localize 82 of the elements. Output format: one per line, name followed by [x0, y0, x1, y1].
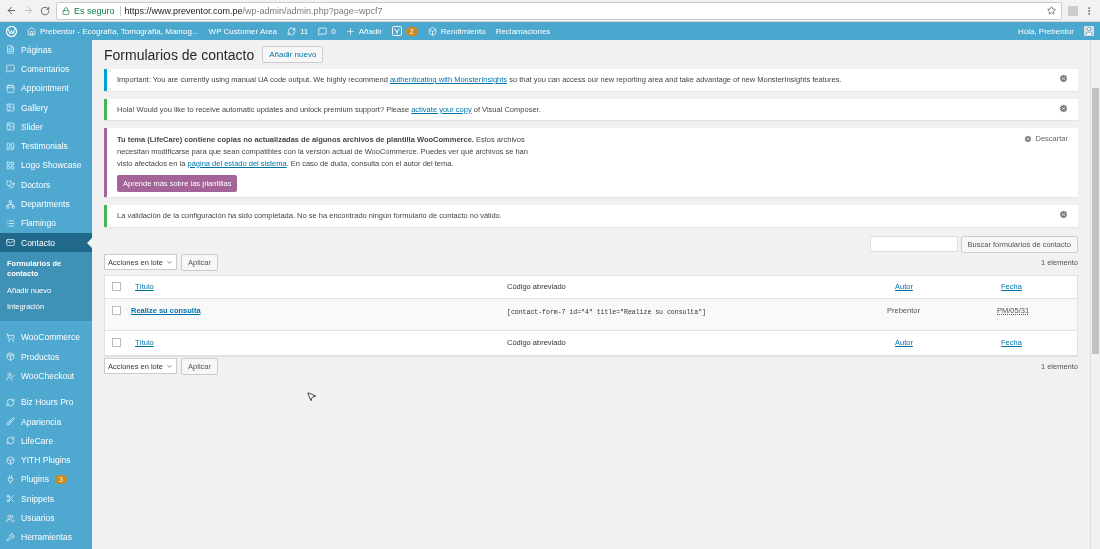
admin-bar-label: Reclamaciones: [495, 26, 551, 36]
admin-bar-label: Añadir: [358, 26, 382, 36]
plus-icon[interactable]: [345, 26, 355, 36]
stethoscope-icon: [6, 180, 15, 190]
forward-icon[interactable]: [23, 5, 34, 16]
network-icon: [6, 199, 15, 209]
sidebar-item[interactable]: Appointment: [0, 78, 92, 98]
sidebar-item[interactable]: Comentarios: [0, 59, 92, 79]
user-icon: [6, 371, 15, 381]
avatar-icon[interactable]: [1084, 26, 1094, 36]
image-icon: [6, 103, 15, 113]
users-icon: [6, 513, 15, 523]
sidebar-item[interactable]: Testimonials: [0, 136, 92, 156]
comment-icon[interactable]: [318, 26, 328, 36]
cube-icon[interactable]: [427, 26, 437, 36]
close-icon[interactable]: [1059, 103, 1068, 113]
grid-icon: [6, 160, 15, 170]
search-field[interactable]: [869, 235, 958, 252]
close-icon[interactable]: [1059, 74, 1068, 83]
sidebar-item[interactable]: Slider: [0, 117, 92, 137]
lock-icon: [62, 6, 70, 15]
cart-icon: [6, 332, 15, 342]
close-icon[interactable]: [1059, 210, 1068, 220]
refresh-icon: [6, 436, 15, 446]
back-icon[interactable]: [6, 5, 17, 16]
url-text: https://www.preventor.com.pe/wp-admin/admin.php?page=wpcf7: [124, 5, 383, 16]
scrollbar[interactable]: [1090, 40, 1100, 549]
brush-icon: [6, 417, 15, 427]
sidebar-item[interactable]: Contacto: [0, 232, 92, 253]
sidebar-item[interactable]: Productos: [0, 347, 92, 367]
image-icon: [6, 122, 15, 132]
admin-bar-label: Prebentor - Ecografía, Tomografía, Mamog...: [40, 26, 199, 36]
sidebar-item[interactable]: Biz Hours Pro: [0, 392, 92, 412]
sidebar-item[interactable]: Gallery: [0, 97, 92, 118]
box-icon: [6, 352, 15, 362]
y-logo-icon[interactable]: [391, 26, 402, 36]
secure-label: Es seguro: [74, 5, 121, 16]
sidebar-item[interactable]: Flamingo: [0, 213, 92, 233]
sidebar-item[interactable]: YITH Plugins: [0, 450, 92, 470]
admin-bar-label: 0: [331, 26, 336, 36]
page-title: Formularios de contacto: [104, 46, 255, 63]
admin-bar-label: 11: [299, 26, 309, 36]
admin-bar-label: WP Customer Area: [208, 26, 277, 36]
home-icon[interactable]: [27, 26, 36, 36]
quote-icon: [6, 141, 15, 151]
mail-icon: [6, 238, 15, 248]
sidebar-item[interactable]: Páginas: [0, 40, 92, 60]
sidebar-item[interactable]: Snippets: [0, 489, 92, 509]
caret-icon: [166, 362, 174, 370]
wp-logo-icon[interactable]: [6, 25, 17, 37]
admin-bar-label: Rendimiento: [440, 26, 486, 36]
sidebar-item[interactable]: Usuarios: [0, 508, 92, 528]
cursor-icon: [306, 391, 317, 402]
caret-icon: [166, 258, 174, 266]
sidebar-item[interactable]: Herramientas: [0, 527, 92, 548]
wrench-icon: [6, 532, 15, 542]
reload-icon[interactable]: [40, 5, 50, 16]
pages-icon: [6, 45, 15, 55]
list-icon: [6, 218, 15, 228]
address-bar[interactable]: Es seguro https://www.preventor.com.pe/wp-admin/admin.php?page=wpcf7: [56, 1, 1062, 20]
sidebar-item[interactable]: Departments: [0, 194, 92, 214]
refresh-icon[interactable]: [286, 26, 296, 36]
refresh-icon: [6, 397, 15, 407]
checkbox[interactable]: [112, 305, 121, 315]
sidebar-item[interactable]: WooCheckout: [0, 366, 92, 386]
sidebar-item[interactable]: Apariencia: [0, 411, 92, 432]
sidebar-item[interactable]: Logo Showcase: [0, 155, 92, 176]
sidebar-item[interactable]: WooCommerce: [0, 327, 92, 348]
scissors-icon: [6, 494, 15, 504]
cube-icon: [6, 455, 15, 465]
greeting[interactable]: Hola, Prebentor: [1017, 26, 1074, 36]
close-icon: [1024, 134, 1033, 143]
calendar-icon: [6, 83, 15, 93]
add-new-button[interactable]: Añadir nuevo: [262, 46, 324, 63]
sidebar-item[interactable]: LifeCare: [0, 431, 92, 451]
comment-icon: [6, 64, 15, 74]
plug-icon: [6, 475, 15, 484]
extension-icon[interactable]: [1068, 5, 1078, 16]
checkbox[interactable]: [112, 338, 121, 348]
star-icon[interactable]: [1047, 6, 1056, 15]
sidebar-item[interactable]: Doctors: [0, 175, 92, 195]
checkbox[interactable]: [112, 282, 121, 292]
